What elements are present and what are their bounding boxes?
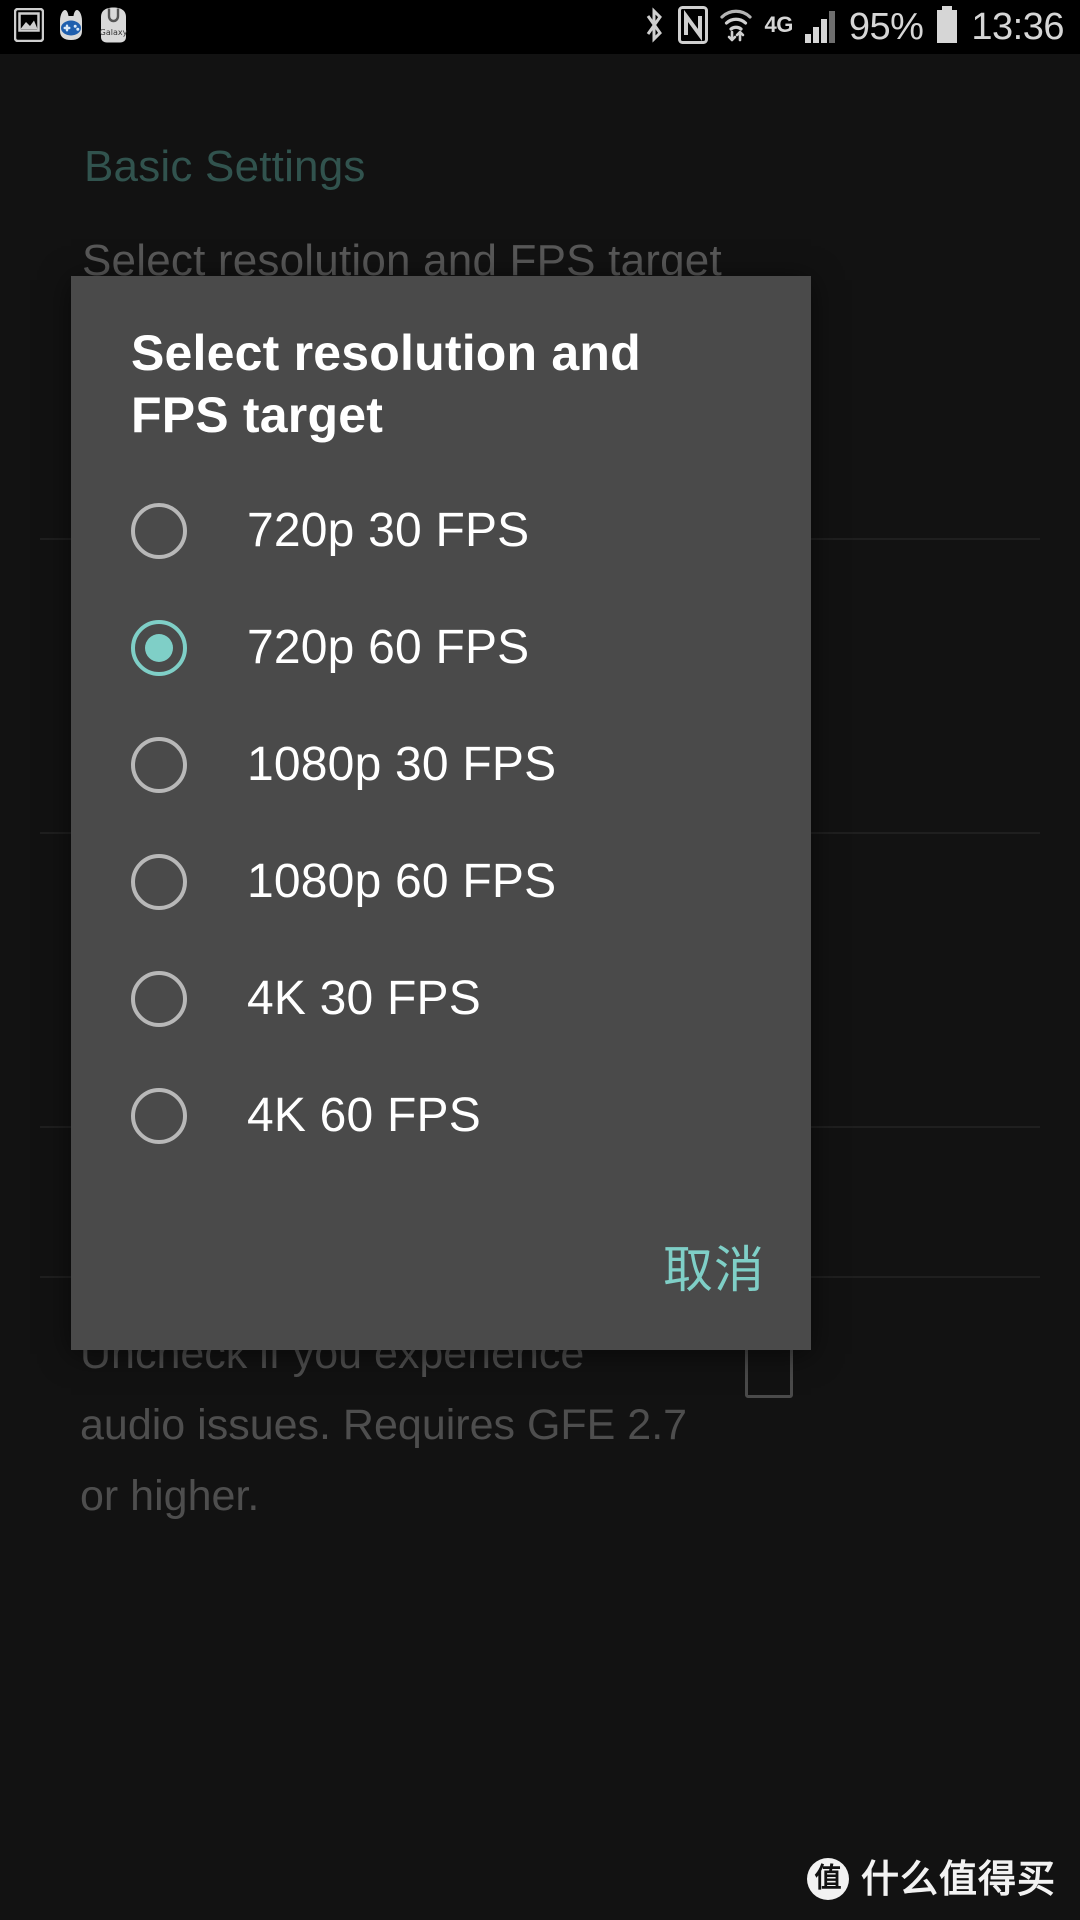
radio-indicator[interactable] bbox=[131, 502, 187, 559]
resolution-fps-dialog: Select resolution and FPS target 720p 30… bbox=[71, 276, 811, 1350]
radio-indicator[interactable] bbox=[131, 853, 187, 910]
battery-percent-label: 95% bbox=[848, 6, 924, 48]
wifi-transfer-icon bbox=[719, 6, 753, 49]
radio-indicator[interactable] bbox=[131, 736, 187, 793]
radio-option-label: 4K 30 FPS bbox=[247, 971, 481, 1025]
watermark-logo-icon: 值 bbox=[806, 1858, 849, 1900]
radio-indicator-selected[interactable] bbox=[131, 619, 187, 676]
status-bar: Galaxy 4G 95% 13:36 bbox=[0, 0, 1080, 54]
radio-option-label: 1080p 60 FPS bbox=[247, 854, 557, 908]
game-controller-icon bbox=[53, 7, 89, 48]
section-header-basic-settings: Basic Settings bbox=[84, 142, 366, 191]
dialog-title: Select resolution and FPS target bbox=[131, 325, 641, 443]
radio-option-4k-30[interactable]: 4K 30 FPS bbox=[71, 940, 811, 1057]
radio-option-720p-60[interactable]: 720p 60 FPS bbox=[71, 589, 811, 706]
svg-text:Galaxy: Galaxy bbox=[100, 28, 128, 37]
watermark: 值 什么值得买 bbox=[806, 1857, 1056, 1901]
bluetooth-icon bbox=[641, 6, 667, 49]
radio-option-label: 1080p 30 FPS bbox=[247, 737, 557, 791]
radio-option-720p-30[interactable]: 720p 30 FPS bbox=[71, 472, 811, 589]
radio-group-resolution-fps: 720p 30 FPS 720p 60 FPS 1080p 30 FPS 108… bbox=[71, 472, 811, 1174]
phone-screen: Galaxy 4G 95% 13:36 Basic Settings Selec… bbox=[0, 0, 1080, 1920]
signal-strength-icon bbox=[804, 6, 838, 49]
radio-indicator[interactable] bbox=[131, 1087, 187, 1144]
preference-description-audio: Uncheck if you experience audio issues. … bbox=[80, 1330, 688, 1520]
clock-label: 13:36 bbox=[971, 6, 1064, 48]
radio-option-label: 720p 30 FPS bbox=[247, 503, 530, 557]
nfc-icon bbox=[678, 5, 709, 49]
dialog-action-bar: 取消 bbox=[71, 1190, 811, 1350]
network-type-label: 4G bbox=[764, 11, 793, 37]
radio-option-label: 720p 60 FPS bbox=[247, 620, 530, 674]
status-bar-notifications: Galaxy bbox=[0, 7, 129, 48]
radio-option-1080p-30[interactable]: 1080p 30 FPS bbox=[71, 706, 811, 823]
radio-option-1080p-60[interactable]: 1080p 60 FPS bbox=[71, 823, 811, 940]
gallery-image-icon bbox=[13, 7, 45, 47]
watermark-label: 什么值得买 bbox=[860, 1857, 1056, 1901]
radio-indicator[interactable] bbox=[131, 970, 187, 1027]
galaxy-app-icon: Galaxy bbox=[98, 7, 129, 48]
battery-icon bbox=[934, 5, 960, 49]
radio-option-4k-60[interactable]: 4K 60 FPS bbox=[71, 1057, 811, 1174]
cancel-button[interactable]: 取消 bbox=[659, 1239, 769, 1301]
radio-option-label: 4K 60 FPS bbox=[247, 1088, 481, 1142]
status-bar-system-icons: 4G 95% 13:36 bbox=[641, 5, 1080, 49]
